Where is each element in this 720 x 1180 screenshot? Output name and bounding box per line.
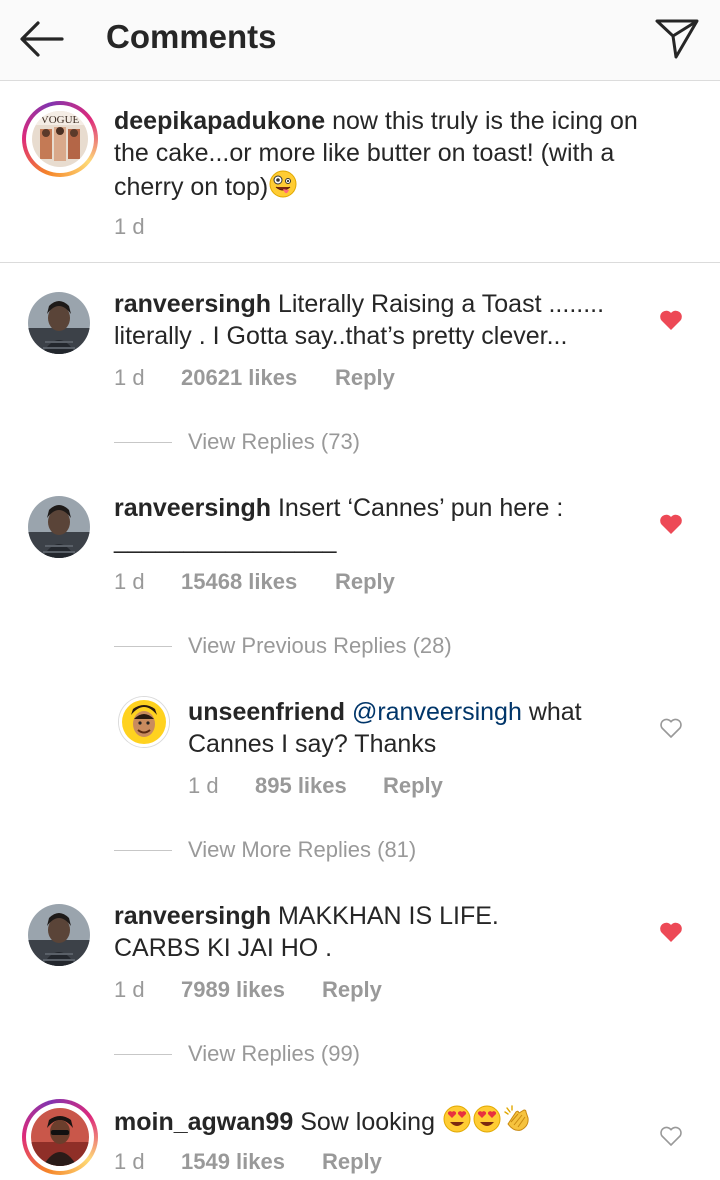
- reply-button[interactable]: Reply: [322, 977, 382, 1003]
- divider: [0, 262, 720, 263]
- comment-text: ranveersingh MAKKHAN IS LIFE. CARBS KI J…: [114, 900, 534, 964]
- likes-count[interactable]: 1549 likes: [181, 1149, 285, 1175]
- page-title: Comments: [106, 18, 277, 55]
- comment-time: 1 d: [114, 569, 145, 594]
- liked-heart-icon[interactable]: [659, 309, 683, 331]
- heart-outline-icon[interactable]: [659, 717, 683, 739]
- view-replies-button[interactable]: View Replies (99): [114, 1041, 514, 1069]
- comment-username[interactable]: moin_agwan99: [114, 1108, 293, 1136]
- comment-body: Insert ‘Cannes’ pun here :: [277, 494, 564, 522]
- reply-meta: 1 d 895 likes Reply: [188, 773, 668, 801]
- likes-count[interactable]: 20621 likes: [181, 365, 297, 391]
- svg-text:VOGUE: VOGUE: [41, 114, 80, 126]
- arrow-left-icon[interactable]: [18, 18, 64, 60]
- view-more-replies-button[interactable]: View More Replies (81): [114, 837, 534, 865]
- reply-text: unseenfriend @ranveersingh what Cannes I…: [188, 696, 638, 760]
- comment-time: 1 d: [114, 977, 145, 1002]
- likes-count[interactable]: 7989 likes: [181, 977, 285, 1003]
- paper-plane-icon[interactable]: [654, 15, 700, 61]
- comment-time: 1 d: [114, 365, 145, 390]
- top-bar: Comments: [0, 0, 720, 81]
- view-previous-replies-label: View Previous Replies (28): [188, 633, 452, 658]
- comment-meta: 1 d 20621 likes Reply: [114, 365, 674, 393]
- view-replies-label: View Replies (99): [188, 1041, 361, 1066]
- comment-text: moin_agwan99 Sow looking: [114, 1104, 634, 1138]
- view-replies-button[interactable]: View Replies (73): [114, 429, 514, 457]
- zany-face-emoji-icon: [269, 170, 297, 198]
- comment-text: ranveersingh Literally Raising a Toast .…: [114, 288, 634, 352]
- reply-time: 1 d: [188, 773, 219, 798]
- heart-eyes-emoji-icon: [443, 1105, 471, 1133]
- comment-username[interactable]: ranveersingh: [114, 290, 271, 318]
- caption-avatar-ring[interactable]: VOGUE: [22, 101, 98, 177]
- avatar[interactable]: [28, 292, 90, 354]
- likes-count[interactable]: 895 likes: [255, 773, 347, 799]
- clapping-hands-emoji-icon: [504, 1105, 529, 1131]
- comment-username[interactable]: ranveersingh: [114, 902, 271, 930]
- reply-username[interactable]: unseenfriend: [188, 698, 345, 726]
- liked-heart-icon[interactable]: [659, 513, 683, 535]
- mention-link[interactable]: @ranveersingh: [352, 698, 522, 726]
- comment-time: 1 d: [114, 1149, 145, 1174]
- caption-time: 1 d: [114, 214, 145, 239]
- avatar: [31, 1108, 89, 1166]
- caption-text: deepikapadukone now this truly is the ic…: [114, 105, 654, 203]
- view-previous-replies-button[interactable]: View Previous Replies (28): [114, 633, 534, 661]
- heart-eyes-emoji-icon: [473, 1105, 501, 1133]
- comment-username[interactable]: ranveersingh: [114, 494, 271, 522]
- avatar[interactable]: [118, 696, 170, 748]
- comment-meta: 1 d 1549 likes Reply: [114, 1149, 674, 1177]
- reply-button[interactable]: Reply: [335, 365, 395, 391]
- view-more-replies-label: View More Replies (81): [188, 837, 417, 862]
- comment-meta: 1 d 15468 likes Reply: [114, 569, 674, 597]
- reply-button[interactable]: Reply: [322, 1149, 382, 1175]
- avatar: VOGUE: [32, 111, 88, 167]
- comment-underline: ________________: [114, 526, 337, 554]
- likes-count[interactable]: 15468 likes: [181, 569, 297, 595]
- comment-text: ranveersingh Insert ‘Cannes’ pun here : …: [114, 492, 634, 556]
- avatar[interactable]: [28, 496, 90, 558]
- comment-body: Sow looking: [300, 1108, 435, 1136]
- heart-outline-icon[interactable]: [659, 1125, 683, 1147]
- avatar-story-ring[interactable]: [22, 1099, 98, 1175]
- avatar[interactable]: [28, 904, 90, 966]
- comment-meta: 1 d 7989 likes Reply: [114, 977, 674, 1005]
- view-replies-label: View Replies (73): [188, 429, 361, 454]
- reply-button[interactable]: Reply: [383, 773, 443, 799]
- reply-button[interactable]: Reply: [335, 569, 395, 595]
- liked-heart-icon[interactable]: [659, 921, 683, 943]
- caption-username[interactable]: deepikapadukone: [114, 107, 325, 135]
